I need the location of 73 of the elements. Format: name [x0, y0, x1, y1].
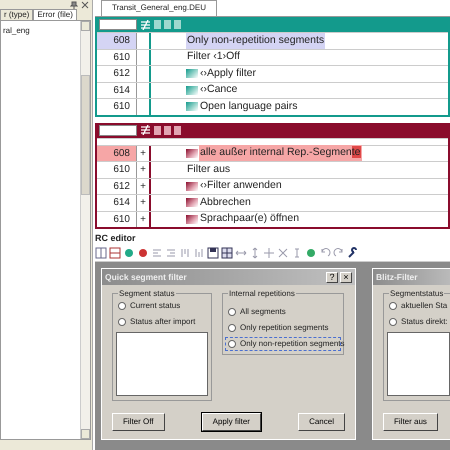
scrollbar[interactable] [80, 21, 90, 439]
list-box[interactable] [387, 332, 450, 396]
radio-label[interactable]: aktuellen Sta [401, 300, 448, 312]
cross-icon[interactable] [277, 246, 289, 258]
panel-tab[interactable]: Error (file) [33, 9, 77, 20]
group-title: Segmentstatus [389, 288, 444, 300]
radio-button[interactable] [118, 302, 126, 310]
segment-number[interactable]: 610 [97, 99, 137, 114]
align-icon[interactable] [165, 246, 177, 258]
dialog-title: Quick segment filter [105, 270, 187, 284]
segment-text[interactable]: Only non-repetition segments [186, 32, 326, 49]
file-item[interactable]: ral_eng [3, 25, 78, 37]
wrench-icon[interactable] [347, 246, 359, 258]
dialog-button[interactable]: Cancel [298, 413, 345, 431]
status-mark: + [140, 197, 146, 208]
radio-button[interactable] [389, 302, 397, 310]
close-button[interactable]: × [340, 272, 352, 282]
status-mark: + [140, 148, 146, 158]
group-title: Segment status [118, 288, 176, 300]
radio-button[interactable] [228, 324, 236, 332]
dialog-title: Blitz-Filter [376, 270, 418, 284]
radio-label[interactable]: Only non-repetition segments [240, 338, 344, 350]
radio-label[interactable]: Current status [130, 300, 180, 312]
segment-number[interactable]: 610 [97, 212, 137, 227]
segment-number[interactable]: 612 [97, 178, 137, 194]
panel-tab[interactable]: r (type) [0, 9, 34, 20]
segment-number[interactable]: 614 [97, 82, 137, 98]
segment-text[interactable]: alle außer internal Rep.-Segmente [199, 145, 362, 162]
segment-text[interactable]: ‹›Filter anwenden [199, 178, 283, 194]
panel-title: RC editor [95, 233, 136, 244]
filter-field[interactable] [99, 19, 137, 30]
radio-button[interactable] [228, 308, 236, 316]
segment-number[interactable]: 610 [97, 162, 137, 178]
segment-number[interactable]: 610 [97, 50, 137, 65]
radio-button[interactable] [118, 318, 126, 326]
dialog-button[interactable]: Apply filter [202, 413, 261, 431]
radio-button[interactable] [228, 340, 236, 348]
grid-icon[interactable] [221, 246, 233, 258]
filter-field[interactable] [99, 124, 137, 136]
rows-icon[interactable] [109, 246, 121, 258]
radio-button[interactable] [389, 318, 397, 326]
segment-number[interactable]: 608 [97, 33, 137, 48]
radio-label[interactable]: All segments [240, 306, 286, 318]
radio-label[interactable]: Status direkt: [401, 316, 448, 328]
status-mark: + [140, 164, 146, 175]
segment-number[interactable]: 608 [97, 146, 137, 161]
close-icon[interactable] [81, 0, 89, 8]
group-title: Internal repetitions [228, 288, 296, 300]
radio-label[interactable]: Status after import [130, 316, 196, 328]
radio-label[interactable]: Only repetition segments [240, 322, 328, 334]
columns-icon[interactable] [95, 246, 107, 258]
segment-text[interactable]: ‹›Apply filter [199, 66, 258, 82]
align-icon[interactable] [151, 246, 163, 258]
document-tab[interactable]: Transit_General_eng.DEU [101, 0, 217, 16]
undo-icon[interactable] [319, 246, 331, 258]
status-mark: + [140, 180, 146, 192]
segment-text[interactable]: Filter aus [186, 162, 232, 178]
segment-text[interactable]: Abbrechen [199, 194, 252, 211]
status-mark: + [140, 214, 146, 224]
dialog-button[interactable]: Filter Off [112, 413, 165, 431]
segment-number[interactable]: 614 [97, 195, 137, 210]
filter-icon[interactable] [140, 125, 151, 135]
save-icon[interactable] [207, 246, 219, 258]
segment-text[interactable]: ‹›Cance [199, 82, 238, 98]
segment-text[interactable]: Filter ‹1›Off [186, 49, 241, 66]
segment-text[interactable]: Open language pairs [199, 98, 298, 114]
segment-text[interactable]: Sprachpaar(e) öffnen [199, 211, 300, 227]
align-icon[interactable] [179, 246, 191, 258]
pin-icon[interactable] [70, 0, 78, 8]
list-box[interactable] [116, 332, 208, 396]
help-button[interactable]: ? [326, 272, 338, 282]
segment-number[interactable]: 612 [97, 66, 137, 82]
dialog-button[interactable]: Filter aus [383, 413, 438, 431]
